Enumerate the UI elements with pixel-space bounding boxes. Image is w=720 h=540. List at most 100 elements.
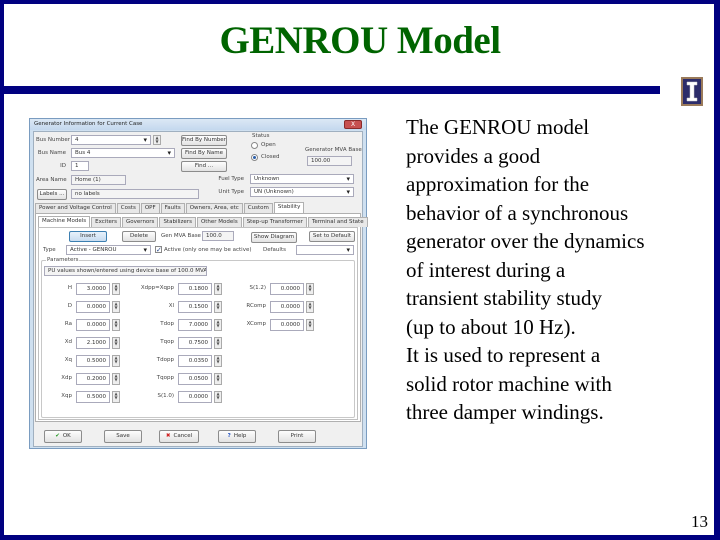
param-value-field[interactable]: 0.5000 xyxy=(76,355,110,367)
find-by-number-button[interactable]: Find By Number xyxy=(181,135,227,146)
slide-body-text: The GENROU model provides a good approxima… xyxy=(406,113,706,427)
bus-name-field[interactable]: Bus 4 xyxy=(71,148,175,158)
param-spinner[interactable]: ▲ ▼ xyxy=(214,319,222,331)
param-spinner[interactable]: ▲ ▼ xyxy=(214,301,222,313)
subtab-stabilizers[interactable]: Stabilizers xyxy=(159,217,196,227)
param-value-field[interactable]: 0.0500 xyxy=(178,373,212,385)
tab-power-and-voltage-control[interactable]: Power and Voltage Control xyxy=(35,203,116,213)
param-value-field[interactable]: 0.0000 xyxy=(76,301,110,313)
param-spinner[interactable]: ▲ ▼ xyxy=(214,283,222,295)
defaults-label: Defaults xyxy=(263,247,286,253)
cancel-button[interactable]: ✖ Cancel xyxy=(159,430,199,443)
subtab-governors[interactable]: Governors xyxy=(122,217,159,227)
status-open-radio[interactable] xyxy=(251,142,258,149)
param-value-field[interactable]: 2.1000 xyxy=(76,337,110,349)
tab-costs[interactable]: Costs xyxy=(116,203,140,213)
slide-title: GENROU Model xyxy=(219,19,501,62)
tab-faults[interactable]: Faults xyxy=(160,203,185,213)
param-value-field[interactable]: 0.1500 xyxy=(178,301,212,313)
fuel-type-select[interactable]: Unknown xyxy=(250,174,354,184)
ok-button[interactable]: ✔ OK xyxy=(44,430,82,443)
param-label: Tqopp xyxy=(156,375,174,381)
unit-type-select[interactable]: UN (Unknown) xyxy=(250,187,354,197)
active-checkbox[interactable]: ✓ xyxy=(155,246,162,254)
param-value-field[interactable]: 3.0000 xyxy=(76,283,110,295)
id-field[interactable]: 1 xyxy=(71,161,89,171)
param-label: Tdopp xyxy=(156,357,174,363)
sub-tab-bar: Machine Models Exciters Governors Stabilize… xyxy=(38,216,369,227)
status-closed-radio[interactable] xyxy=(251,154,258,161)
param-spinner[interactable]: ▲ ▼ xyxy=(112,319,120,331)
param-spinner[interactable]: ▲ ▼ xyxy=(214,373,222,385)
pu-note: PU values shown/entered using device bas… xyxy=(44,266,207,276)
subtab-machine-models[interactable]: Machine Models xyxy=(38,216,91,227)
param-spinner[interactable]: ▲ ▼ xyxy=(214,391,222,403)
insert-button[interactable]: Insert xyxy=(69,231,107,242)
param-spinner[interactable]: ▲ ▼ xyxy=(112,391,120,403)
subtab-terminal-and-state[interactable]: Terminal and State xyxy=(307,217,368,227)
param-value-field[interactable]: 7.0000 xyxy=(178,319,212,331)
status-closed-label: Closed xyxy=(261,154,280,160)
tab-custom[interactable]: Custom xyxy=(243,203,273,213)
parameters-group: Parameters PU values shown/entered using… xyxy=(41,257,355,418)
param-spinner[interactable]: ▲ ▼ xyxy=(112,283,120,295)
tab-opf[interactable]: OPF xyxy=(140,203,160,213)
generator-info-dialog: Generator Information for Current Case X… xyxy=(29,118,368,449)
save-label: Save xyxy=(116,433,130,439)
body-line: provides a good xyxy=(406,143,541,168)
help-button[interactable]: ? Help xyxy=(218,430,256,443)
param-value-field[interactable]: 0.0000 xyxy=(76,319,110,331)
param-spinner[interactable]: ▲ ▼ xyxy=(112,337,120,349)
find-by-name-button[interactable]: Find By Name xyxy=(181,148,227,159)
param-label: Xq xyxy=(64,357,72,363)
close-button[interactable]: X xyxy=(344,120,362,129)
find-button[interactable]: Find ... xyxy=(181,161,227,172)
param-value-field[interactable]: 0.5000 xyxy=(76,391,110,403)
param-value-field[interactable]: 0.0350 xyxy=(178,355,212,367)
subtab-exciters[interactable]: Exciters xyxy=(91,217,122,227)
save-button[interactable]: Save xyxy=(104,430,142,443)
tab-stability[interactable]: Stability xyxy=(273,202,305,213)
param-spinner[interactable]: ▲ ▼ xyxy=(214,355,222,367)
param-label: Xqp xyxy=(61,393,72,399)
delete-button[interactable]: Delete xyxy=(122,231,156,242)
param-value-field[interactable]: 0.0000 xyxy=(270,301,304,313)
param-spinner[interactable]: ▲ ▼ xyxy=(112,373,120,385)
print-button[interactable]: Print xyxy=(278,430,316,443)
model-type-select[interactable]: Active - GENROU xyxy=(66,245,151,255)
param-value-field[interactable]: 0.7500 xyxy=(178,337,212,349)
body-line: transient stability study xyxy=(406,286,602,310)
param-value-field[interactable]: 0.1800 xyxy=(178,283,212,295)
subtab-step-up-transformer[interactable]: Step-up Transformer xyxy=(242,217,307,227)
param-label: Xdp xyxy=(61,375,72,381)
param-spinner[interactable]: ▲ ▼ xyxy=(306,283,314,295)
dialog-body: Bus Number 4 ▲▼ Bus Name Bus 4 ID 1 Area… xyxy=(33,131,368,447)
body-line: three damper windings. xyxy=(406,400,604,424)
tab-owners-area-etc[interactable]: Owners, Area, etc xyxy=(185,203,243,213)
param-spinner[interactable]: ▲ ▼ xyxy=(306,319,314,331)
bus-number-field[interactable]: 4 xyxy=(71,135,151,145)
param-spinner[interactable]: ▲ ▼ xyxy=(306,301,314,313)
gen-mva-base-label: Gen MVA Base xyxy=(161,233,201,239)
id-label: ID xyxy=(60,163,66,169)
bus-name-label: Bus Name xyxy=(37,150,66,156)
show-diagram-button[interactable]: Show Diagram xyxy=(251,232,297,243)
param-value-field[interactable]: 0.0000 xyxy=(270,283,304,295)
defaults-select[interactable] xyxy=(296,245,354,255)
set-to-default-button[interactable]: Set to Default xyxy=(309,231,355,242)
parameters-label: Parameters xyxy=(46,257,80,263)
param-value-field[interactable]: 0.0000 xyxy=(270,319,304,331)
param-spinner[interactable]: ▲ ▼ xyxy=(112,355,120,367)
labels-button[interactable]: Labels ... xyxy=(37,189,67,200)
status-open-label: Open xyxy=(261,142,276,148)
param-value-field[interactable]: 0.0000 xyxy=(178,391,212,403)
bus-number-label: Bus Number xyxy=(36,137,70,143)
unit-type-label: Unit Type xyxy=(218,189,244,195)
bus-number-spinner[interactable]: ▲ ▼ xyxy=(153,135,161,145)
check-icon: ✔ xyxy=(55,433,60,439)
param-spinner[interactable]: ▲ ▼ xyxy=(214,337,222,349)
param-value-field[interactable]: 0.2000 xyxy=(76,373,110,385)
param-spinner[interactable]: ▲ ▼ xyxy=(112,301,120,313)
body-line: of interest during a xyxy=(406,257,566,282)
subtab-other-models[interactable]: Other Models xyxy=(196,217,242,227)
